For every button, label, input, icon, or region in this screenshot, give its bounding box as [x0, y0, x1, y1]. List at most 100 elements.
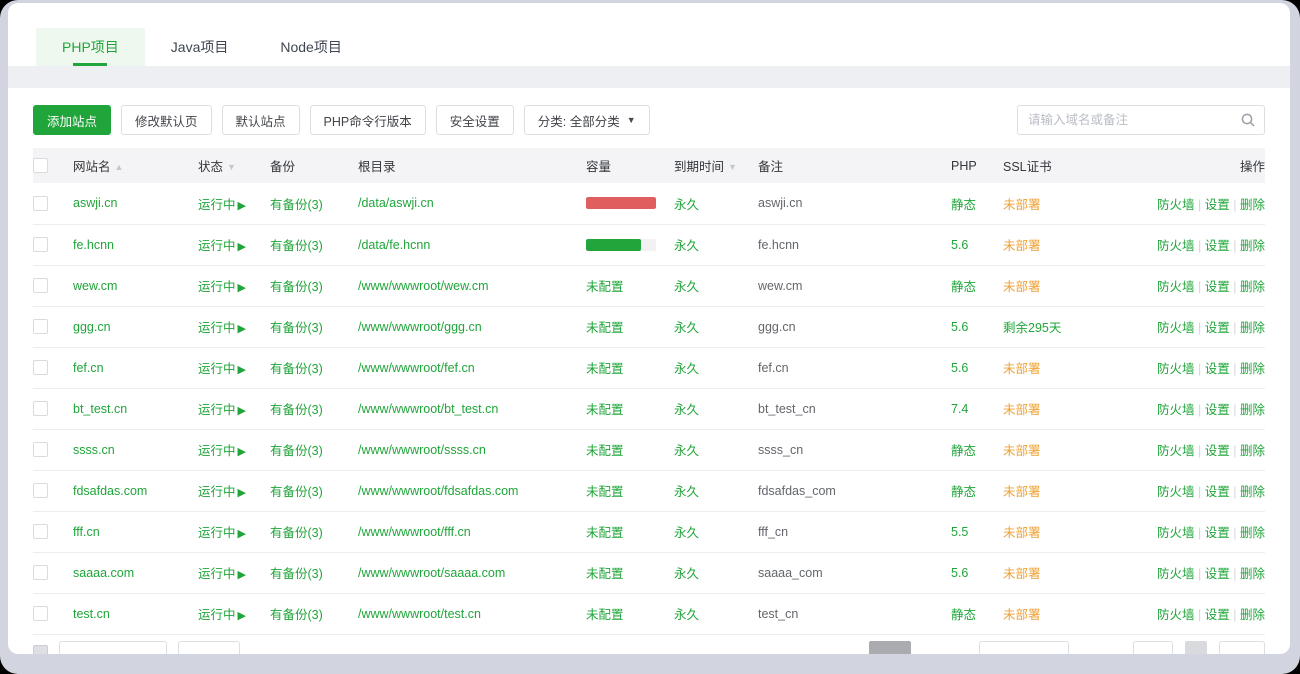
- bulk-apply-button-partial[interactable]: [178, 641, 240, 655]
- backup-link[interactable]: 有备份(3): [270, 608, 323, 622]
- search-input[interactable]: [1017, 105, 1265, 135]
- site-name-link[interactable]: fdsafdas.com: [73, 484, 147, 498]
- expire-text[interactable]: 永久: [674, 608, 699, 622]
- php-version[interactable]: 7.4: [951, 402, 968, 416]
- php-version[interactable]: 5.6: [951, 238, 968, 252]
- action-delete[interactable]: 删除: [1240, 321, 1265, 335]
- capacity-link[interactable]: 未配置: [586, 403, 624, 417]
- filter-down-icon[interactable]: ▼: [227, 162, 236, 172]
- expire-text[interactable]: 永久: [674, 403, 699, 417]
- action-firewall[interactable]: 防火墙: [1157, 280, 1195, 294]
- ssl-status[interactable]: 未部署: [1003, 526, 1041, 540]
- ssl-status[interactable]: 未部署: [1003, 239, 1041, 253]
- ssl-status[interactable]: 未部署: [1003, 444, 1041, 458]
- remark-text[interactable]: fdsafdas_com: [758, 484, 836, 498]
- expire-text[interactable]: 永久: [674, 444, 699, 458]
- pagination-box[interactable]: [979, 641, 1069, 655]
- remark-text[interactable]: saaaa_com: [758, 566, 823, 580]
- expire-text[interactable]: 永久: [674, 526, 699, 540]
- row-checkbox[interactable]: [33, 319, 48, 334]
- capacity-link[interactable]: 未配置: [586, 485, 624, 499]
- action-delete[interactable]: 删除: [1240, 198, 1265, 212]
- bulk-select-checkbox[interactable]: [33, 645, 48, 655]
- action-delete[interactable]: 删除: [1240, 567, 1265, 581]
- ssl-status[interactable]: 未部署: [1003, 567, 1041, 581]
- root-path-link[interactable]: /www/wwwroot/ssss.cn: [358, 443, 486, 457]
- site-name-link[interactable]: ggg.cn: [73, 320, 111, 334]
- action-delete[interactable]: 删除: [1240, 362, 1265, 376]
- capacity-link[interactable]: 未配置: [586, 321, 624, 335]
- jump-box[interactable]: [1219, 641, 1265, 655]
- action-firewall[interactable]: 防火墙: [1157, 239, 1195, 253]
- backup-link[interactable]: 有备份(3): [270, 321, 323, 335]
- action-settings[interactable]: 设置: [1205, 239, 1230, 253]
- backup-link[interactable]: 有备份(3): [270, 485, 323, 499]
- capacity-bar[interactable]: [586, 239, 656, 251]
- site-name-link[interactable]: fe.hcnn: [73, 238, 114, 252]
- capacity-link[interactable]: 未配置: [586, 444, 624, 458]
- backup-link[interactable]: 有备份(3): [270, 362, 323, 376]
- search-icon[interactable]: [1240, 112, 1256, 128]
- site-name-link[interactable]: saaaa.com: [73, 566, 134, 580]
- action-settings[interactable]: 设置: [1205, 485, 1230, 499]
- row-checkbox[interactable]: [33, 237, 48, 252]
- default-site-button[interactable]: 默认站点: [222, 105, 300, 135]
- security-settings-button[interactable]: 安全设置: [436, 105, 514, 135]
- php-version[interactable]: 5.6: [951, 320, 968, 334]
- capacity-link[interactable]: 未配置: [586, 362, 624, 376]
- root-path-link[interactable]: /data/fe.hcnn: [358, 238, 430, 252]
- root-path-link[interactable]: /data/aswji.cn: [358, 196, 434, 210]
- capacity-link[interactable]: 未配置: [586, 280, 624, 294]
- action-firewall[interactable]: 防火墙: [1157, 526, 1195, 540]
- site-name-link[interactable]: wew.cm: [73, 279, 117, 293]
- site-status[interactable]: 运行中▶: [198, 444, 246, 458]
- action-delete[interactable]: 删除: [1240, 239, 1265, 253]
- action-settings[interactable]: 设置: [1205, 280, 1230, 294]
- capacity-link[interactable]: 未配置: [586, 526, 624, 540]
- site-status[interactable]: 运行中▶: [198, 280, 246, 294]
- action-firewall[interactable]: 防火墙: [1157, 567, 1195, 581]
- action-firewall[interactable]: 防火墙: [1157, 321, 1195, 335]
- remark-text[interactable]: fef.cn: [758, 361, 789, 375]
- tab-java[interactable]: Java项目: [145, 28, 255, 66]
- capacity-link[interactable]: 未配置: [586, 608, 624, 622]
- action-settings[interactable]: 设置: [1205, 526, 1230, 540]
- remark-text[interactable]: test_cn: [758, 607, 798, 621]
- backup-link[interactable]: 有备份(3): [270, 198, 323, 212]
- action-delete[interactable]: 删除: [1240, 403, 1265, 417]
- ssl-status[interactable]: 未部署: [1003, 362, 1041, 376]
- bulk-action-select-partial[interactable]: [59, 641, 167, 655]
- root-path-link[interactable]: /www/wwwroot/test.cn: [358, 607, 481, 621]
- php-version[interactable]: 静态: [951, 280, 976, 294]
- action-settings[interactable]: 设置: [1205, 321, 1230, 335]
- sort-up-icon[interactable]: ▲: [115, 162, 124, 172]
- action-settings[interactable]: 设置: [1205, 567, 1230, 581]
- action-settings[interactable]: 设置: [1205, 444, 1230, 458]
- backup-link[interactable]: 有备份(3): [270, 280, 323, 294]
- tab-php[interactable]: PHP项目: [36, 28, 145, 66]
- site-status[interactable]: 运行中▶: [198, 198, 246, 212]
- root-path-link[interactable]: /www/wwwroot/fef.cn: [358, 361, 475, 375]
- php-version[interactable]: 静态: [951, 608, 976, 622]
- category-filter-dropdown[interactable]: 分类: 全部分类 ▼: [524, 105, 650, 135]
- action-firewall[interactable]: 防火墙: [1157, 403, 1195, 417]
- expire-text[interactable]: 永久: [674, 280, 699, 294]
- action-delete[interactable]: 删除: [1240, 444, 1265, 458]
- remark-text[interactable]: ssss_cn: [758, 443, 803, 457]
- tab-node[interactable]: Node项目: [254, 28, 367, 66]
- site-status[interactable]: 运行中▶: [198, 526, 246, 540]
- expire-text[interactable]: 永久: [674, 485, 699, 499]
- row-checkbox[interactable]: [33, 442, 48, 457]
- row-checkbox[interactable]: [33, 401, 48, 416]
- row-checkbox[interactable]: [33, 606, 48, 621]
- col-status[interactable]: 状态▼: [198, 148, 270, 183]
- row-checkbox[interactable]: [33, 524, 48, 539]
- site-status[interactable]: 运行中▶: [198, 608, 246, 622]
- expire-text[interactable]: 永久: [674, 567, 699, 581]
- remark-text[interactable]: ggg.cn: [758, 320, 796, 334]
- ssl-status[interactable]: 剩余295天: [1003, 321, 1061, 335]
- ssl-status[interactable]: 未部署: [1003, 403, 1041, 417]
- root-path-link[interactable]: /www/wwwroot/bt_test.cn: [358, 402, 498, 416]
- capacity-bar[interactable]: [586, 197, 656, 209]
- action-settings[interactable]: 设置: [1205, 403, 1230, 417]
